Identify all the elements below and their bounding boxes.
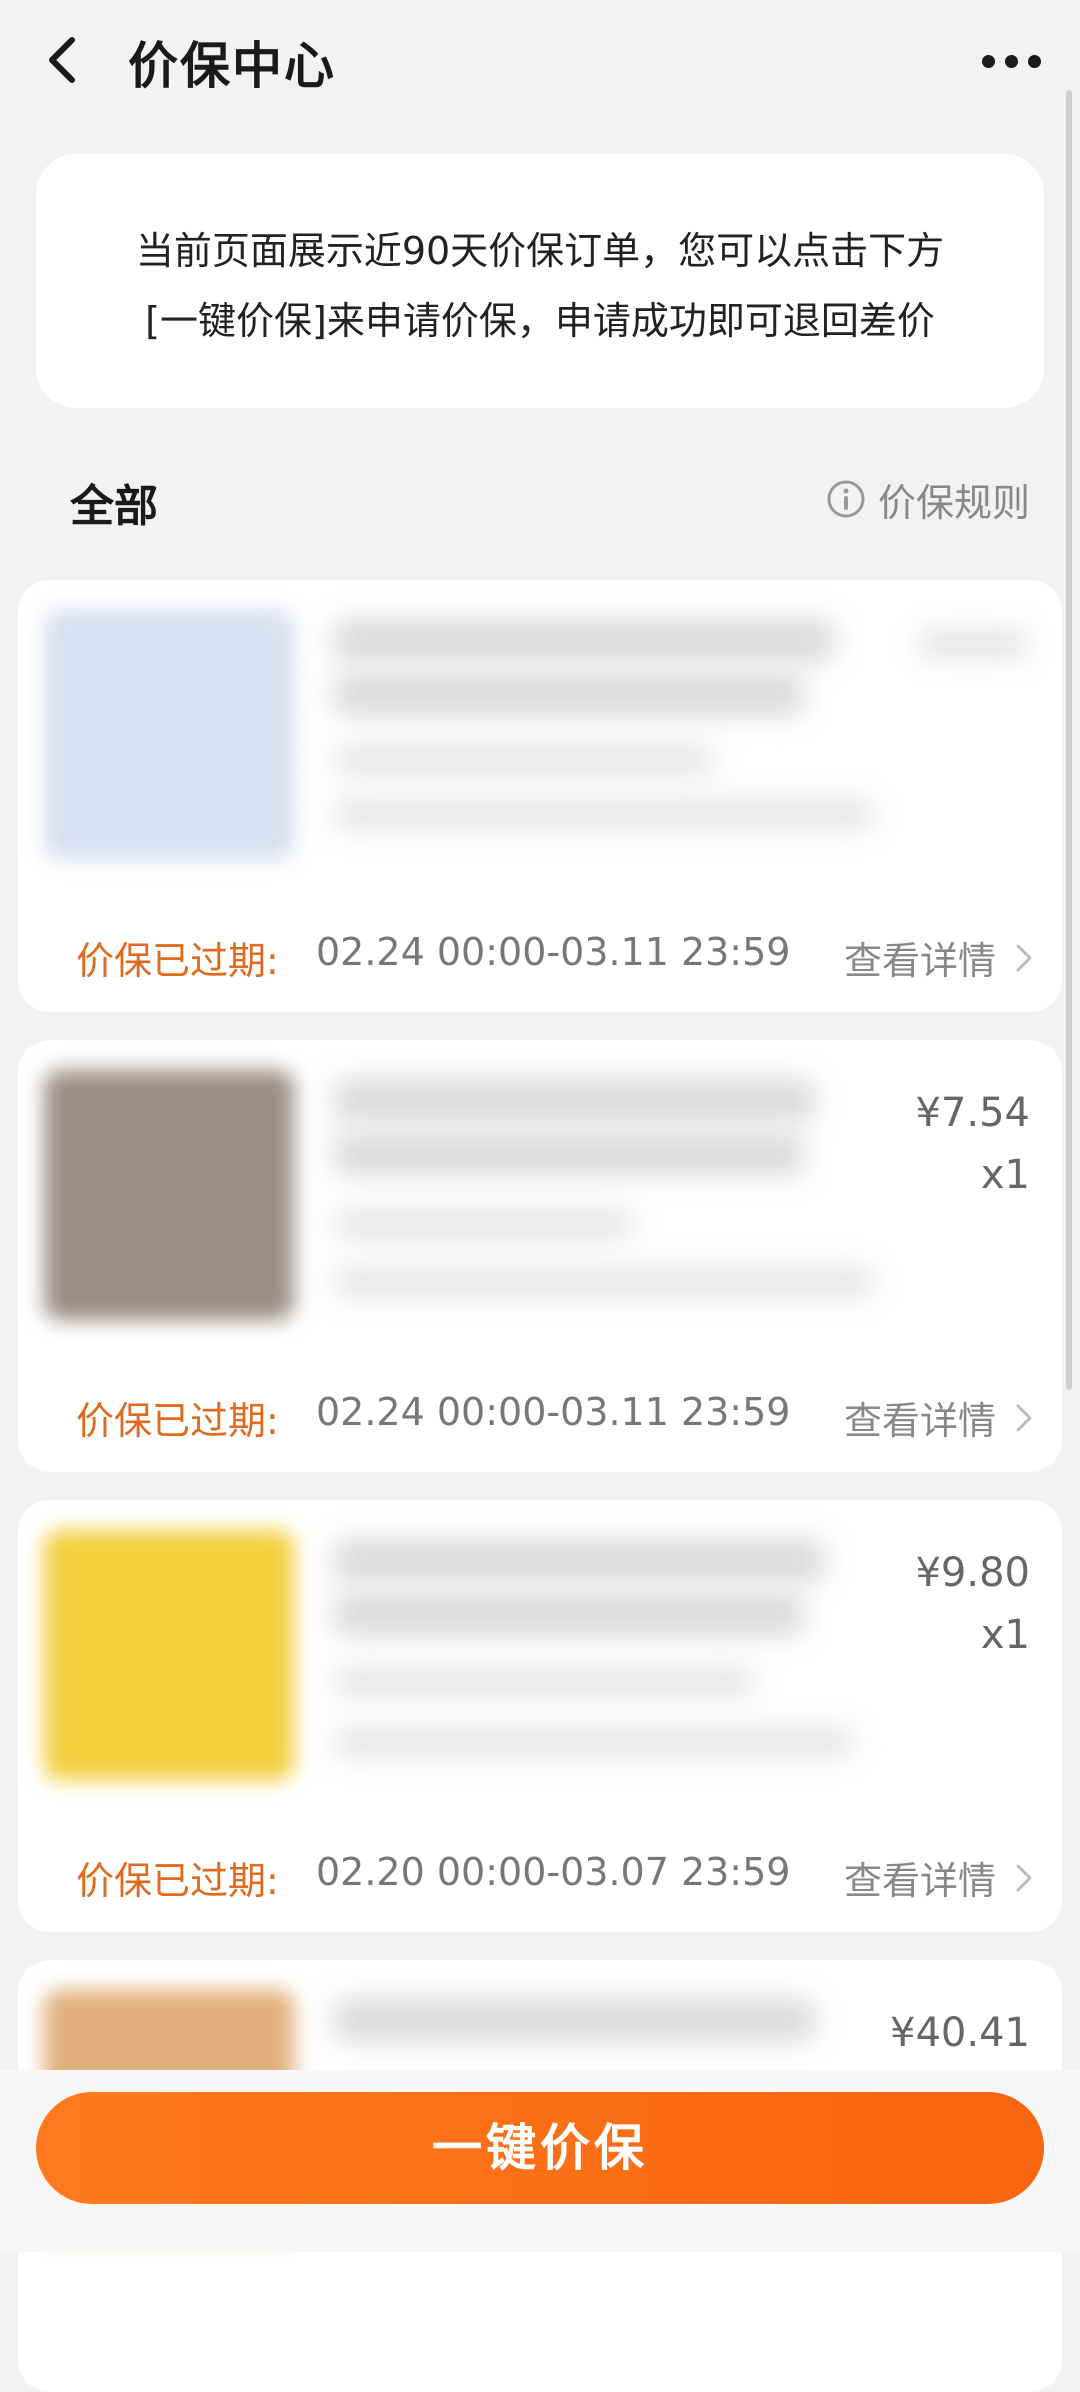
product-image[interactable] xyxy=(44,1070,294,1320)
product-image[interactable] xyxy=(44,1530,294,1780)
status-label: 价保已过期: xyxy=(76,1399,279,1443)
chevron-right-icon xyxy=(1016,1404,1032,1431)
chevron-right-icon xyxy=(1016,1864,1032,1891)
product-title-blurred xyxy=(334,2000,814,2040)
protection-period: 02.20 00:00-03.07 23:59 xyxy=(316,1850,791,1894)
product-price: ¥40.41 xyxy=(890,2010,1030,2056)
status-label: 价保已过期: xyxy=(76,939,279,983)
view-details-link[interactable]: 查看详情 xyxy=(844,930,1036,985)
order-card[interactable]: ¥7.54 x1 价保已过期: 02.24 00:00-03.11 23:59 … xyxy=(18,1040,1062,1472)
more-icon-dot xyxy=(1005,55,1018,68)
app-header: 价保中心 xyxy=(0,0,1080,120)
product-title-blurred xyxy=(334,674,804,714)
product-title-blurred xyxy=(334,1080,814,1120)
scrollbar[interactable] xyxy=(1066,90,1072,1390)
protection-period: 02.24 00:00-03.11 23:59 xyxy=(316,930,791,974)
chevron-right-icon xyxy=(1016,944,1032,971)
more-icon-dot xyxy=(1028,55,1041,68)
details-label: 查看详情 xyxy=(843,939,996,983)
order-number-blurred xyxy=(334,1728,854,1756)
order-card[interactable]: 价保已过期: 02.24 00:00-03.11 23:59 查看详情 xyxy=(18,580,1062,1012)
back-button[interactable] xyxy=(38,30,88,90)
back-icon xyxy=(49,37,75,83)
page-title: 价保中心 xyxy=(128,37,336,95)
more-icon xyxy=(982,55,995,68)
product-image[interactable] xyxy=(44,610,294,860)
notice-text: 当前页面展示近90天价保订单，您可以点击下方 [一键价保]来申请价保，申请成功即… xyxy=(36,216,1044,356)
details-label: 查看详情 xyxy=(843,1859,996,1903)
price-protection-status: 价保已过期: 02.24 00:00-03.11 23:59 查看详情 xyxy=(76,1390,1036,1446)
price-blurred xyxy=(918,630,1028,658)
product-title-blurred xyxy=(334,1594,804,1634)
price-protection-status: 价保已过期: 02.20 00:00-03.07 23:59 查看详情 xyxy=(76,1850,1036,1906)
product-spec-blurred xyxy=(334,1668,754,1696)
product-quantity: x1 xyxy=(980,1152,1030,1198)
product-spec-blurred xyxy=(334,746,714,774)
product-title-blurred xyxy=(334,620,834,660)
order-card[interactable]: ¥9.80 x1 价保已过期: 02.20 00:00-03.07 23:59 … xyxy=(18,1500,1062,1932)
product-title-blurred xyxy=(334,1540,824,1580)
notice-card: 当前页面展示近90天价保订单，您可以点击下方 [一键价保]来申请价保，申请成功即… xyxy=(36,154,1044,408)
info-icon xyxy=(827,480,865,518)
protection-period: 02.24 00:00-03.11 23:59 xyxy=(316,1390,791,1434)
rules-label: 价保规则 xyxy=(878,480,1031,525)
product-spec-blurred xyxy=(334,1210,634,1238)
product-title-blurred xyxy=(334,1134,804,1174)
product-price: ¥7.54 xyxy=(915,1090,1030,1136)
order-number-blurred xyxy=(334,1268,874,1296)
view-details-link[interactable]: 查看详情 xyxy=(844,1850,1036,1905)
notice-line-2: [一键价保]来申请价保，申请成功即可退回差价 xyxy=(145,299,935,343)
one-click-price-protection-button[interactable]: 一键价保 xyxy=(36,2092,1044,2204)
status-label: 价保已过期: xyxy=(76,1859,279,1903)
view-details-link[interactable]: 查看详情 xyxy=(844,1390,1036,1445)
section-title: 全部 xyxy=(70,481,158,532)
details-label: 查看详情 xyxy=(843,1399,996,1443)
price-protection-rules-link[interactable]: 价保规则 xyxy=(826,474,1031,525)
order-number-blurred xyxy=(334,800,874,828)
product-price: ¥9.80 xyxy=(915,1550,1030,1596)
notice-line-1: 当前页面展示近90天价保订单，您可以点击下方 xyxy=(135,229,945,273)
product-quantity: x1 xyxy=(980,1612,1030,1658)
price-protection-status: 价保已过期: 02.24 00:00-03.11 23:59 查看详情 xyxy=(76,930,1036,986)
more-button[interactable] xyxy=(980,40,1044,80)
